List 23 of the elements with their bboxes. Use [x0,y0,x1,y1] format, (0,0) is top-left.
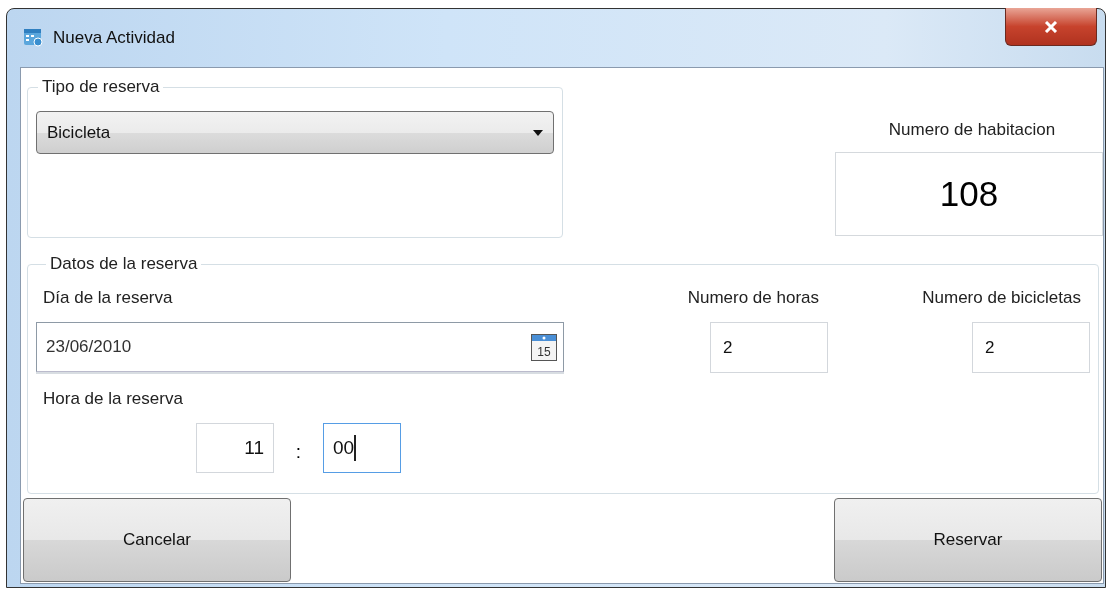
dropdown-arrow-icon [533,129,543,136]
date-picker-field[interactable]: 23/06/2010 15 [36,322,564,372]
dialog-button[interactable]: Cancelar [23,498,291,582]
bicycles-input[interactable]: 2 [972,322,1090,373]
group-title: Tipo de reserva [41,77,161,97]
field-label: Día de la reserva [43,288,174,308]
calendar-icon[interactable]: 15 [531,333,557,361]
close-button[interactable] [1005,8,1097,46]
dropdown[interactable]: Bicicleta [36,111,554,154]
window-title: Nueva Actividad [53,28,175,48]
group-title: Datos de la reserva [49,254,199,274]
field-label: Numero de bicicletas [922,288,1081,308]
hours-input[interactable]: 2 [710,322,828,373]
room-number-display: 108 [835,152,1103,236]
field-label: Numero de horas [687,288,819,308]
time-input[interactable]: 00 [323,423,401,473]
field-label: Numero de habitacion [888,120,1056,140]
dialog-button[interactable]: Reservar [834,498,1102,582]
close-icon [1044,20,1058,33]
field-label: Hora de la reserva [43,389,184,409]
time-separator: : [294,441,303,463]
time-input[interactable]: 11 [196,423,274,473]
window-icon [23,27,43,47]
